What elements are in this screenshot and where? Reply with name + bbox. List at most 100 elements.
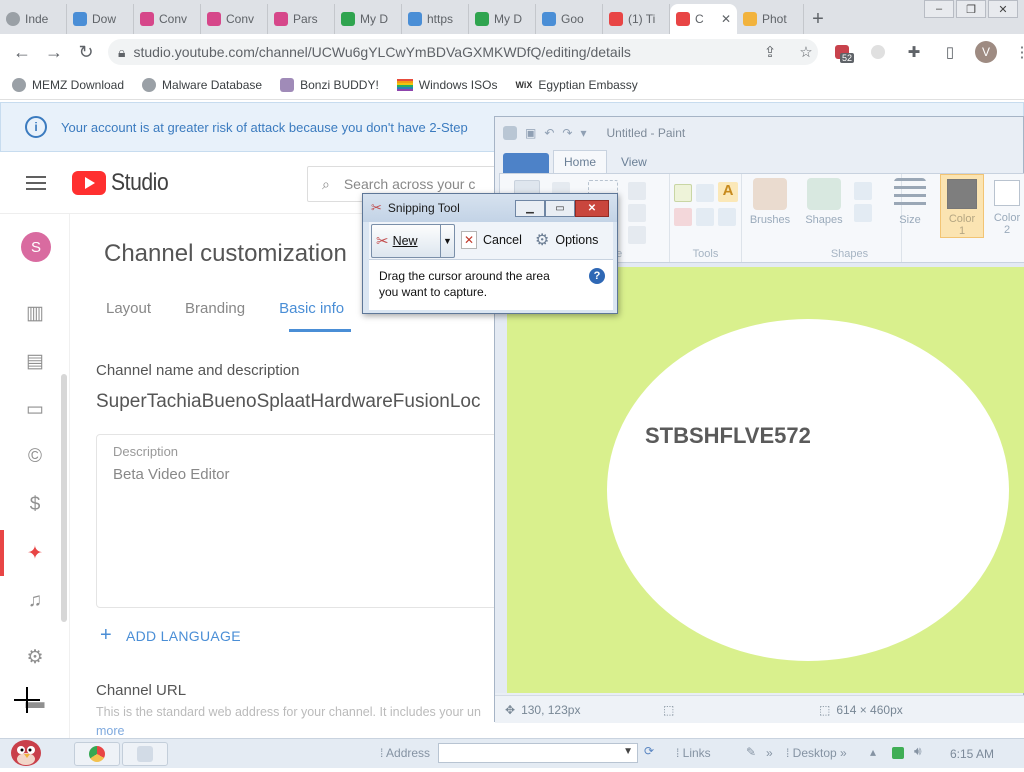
browser-tab[interactable]: Dow [67,4,134,34]
audio-library-icon[interactable]: ♫ [24,590,46,612]
clock[interactable]: 6:15 AM [950,747,994,761]
browser-tab[interactable]: Conv [134,4,201,34]
options-button[interactable]: ⚙ Options [535,224,598,256]
extension-badge-icon[interactable]: 52 [830,40,855,64]
redo-icon[interactable]: ↷ [562,126,572,140]
browser-tab[interactable]: Inde [0,4,67,34]
taskbar-address-field[interactable]: ▼ [438,743,638,763]
copyright-icon[interactable]: © [24,446,46,468]
side-panel-icon[interactable]: ▯ [938,40,962,64]
taskbar-paint[interactable] [122,742,168,766]
comments-icon[interactable]: ▤ [24,350,46,372]
pencil-icon[interactable] [674,184,692,202]
network-icon[interactable] [892,747,904,759]
learn-more-link[interactable]: more [96,724,124,738]
tab-branding[interactable]: Branding [185,300,245,317]
rail-scrollbar[interactable] [61,374,67,622]
text-tool-icon[interactable]: A [718,182,738,202]
tray-arrow-icon[interactable]: ▴ [870,745,876,759]
channel-name-field[interactable]: SuperTachiaBuenoSplaatHardwareFusionLoc [96,391,496,413]
tab-basic-info[interactable]: Basic info [279,300,344,317]
settings-gear-icon[interactable]: ⚙ [24,646,46,668]
address-bar[interactable]: 🔒︎ studio.youtube.com/channel/UCWu6gYLCw… [108,39,818,65]
description-field[interactable]: Description Beta Video Editor [96,434,506,608]
new-snip-button[interactable]: ✂ New ▼ [371,224,455,258]
extension-icon[interactable] [866,40,890,64]
size-button[interactable]: Size [884,178,936,226]
earn-icon[interactable]: $ [24,494,46,516]
close-icon[interactable]: ✕ [721,12,731,26]
back-icon[interactable]: ← [6,42,38,63]
bookmark-malware-db[interactable]: Malware Database [142,77,262,92]
close-window-button[interactable]: ✕ [988,0,1018,18]
analytics-icon[interactable]: ▥ [24,302,46,324]
cancel-button[interactable]: ✕ Cancel [461,224,522,256]
browser-tab[interactable]: Phot [737,4,804,34]
browser-tab[interactable]: Goo [536,4,603,34]
new-tab-button[interactable]: + [804,4,832,34]
volume-icon[interactable]: 🔊︎ [914,744,922,759]
fill-shape-icon[interactable] [854,204,872,222]
paint-file-menu-button[interactable] [503,153,549,173]
browser-tab[interactable]: My D [335,4,402,34]
bookmark-bonzi[interactable]: Bonzi BUDDY! [280,77,379,92]
notepad-icon[interactable]: ✎ [746,745,756,759]
brushes-button[interactable]: Brushes [744,178,796,226]
outline-icon[interactable] [854,182,872,200]
subtitles-icon[interactable]: ▭ [24,398,46,420]
help-icon[interactable]: ? [589,268,605,284]
minimize-button[interactable]: – [924,0,954,18]
refresh-icon[interactable]: ⟳ [644,744,654,758]
star-icon[interactable]: ☆ [794,40,818,64]
magnifier-icon[interactable] [718,208,736,226]
browser-tab[interactable]: Conv [201,4,268,34]
save-icon[interactable]: ▣ [525,126,536,140]
studio-logo-text[interactable]: Studio [111,169,169,197]
taskbar-links[interactable]: ⁞ Links [676,746,711,760]
browser-tab[interactable]: (1) Ti [603,4,670,34]
browser-tab[interactable]: Pars [268,4,335,34]
bookmark-memz[interactable]: MEMZ Download [12,77,124,92]
tab-home[interactable]: Home [553,150,608,173]
avatar[interactable]: V [974,40,998,64]
maximize-button[interactable]: ▭ [545,200,575,217]
hamburger-menu-icon[interactable] [26,176,46,190]
share-icon[interactable]: ⇪ [758,40,782,64]
chevron-down-icon[interactable]: ▼ [623,746,633,757]
bookmark-egyptian-embassy[interactable]: WiX Egyptian Embassy [515,78,637,92]
browser-tab-active[interactable]: C ✕ [670,4,737,34]
shapes-button[interactable]: Shapes [798,178,850,226]
taskbar-desktop[interactable]: ⁞ Desktop » [786,746,847,760]
fill-icon[interactable] [696,184,714,202]
add-language-button[interactable]: + ADD LANGUAGE [100,624,241,647]
resize-icon[interactable] [628,204,646,222]
menu-icon[interactable]: ⋮ [1010,40,1024,64]
bookmark-windows-isos[interactable]: Windows ISOs [396,78,497,92]
youtube-logo-icon[interactable] [72,171,106,195]
puzzle-icon[interactable]: ✚ [902,40,926,64]
rotate-icon[interactable] [628,226,646,244]
forward-icon[interactable]: → [38,42,70,63]
maximize-button[interactable]: ❐ [956,0,986,18]
undo-icon[interactable]: ↶ [544,126,554,140]
customization-wand-icon[interactable]: ✦ [24,542,46,564]
color-picker-icon[interactable] [696,208,714,226]
close-button[interactable]: ✕ [575,200,609,217]
tab-view[interactable]: View [611,151,657,173]
crop-icon[interactable] [628,182,646,200]
color-1-button[interactable]: Color 1 [940,174,984,238]
start-button[interactable] [6,731,46,769]
eraser-icon[interactable] [674,208,692,226]
chevron-down-icon[interactable]: ▼ [440,225,454,257]
reload-icon[interactable]: ↻ [70,42,102,63]
quick-access-dropdown-icon[interactable]: ▾ [580,126,586,140]
browser-tab[interactable]: https [402,4,469,34]
browser-tab[interactable]: My D [469,4,536,34]
taskbar-chrome[interactable] [74,742,120,766]
taskbar-expand-icon[interactable]: » [766,746,773,760]
color-2-button[interactable]: Color 2 [988,174,1024,238]
minimize-button[interactable]: ▁ [515,200,545,217]
tab-layout[interactable]: Layout [106,300,151,317]
paint-canvas[interactable]: STBSHFLVE572 [507,267,1024,693]
avatar[interactable]: S [21,232,51,262]
